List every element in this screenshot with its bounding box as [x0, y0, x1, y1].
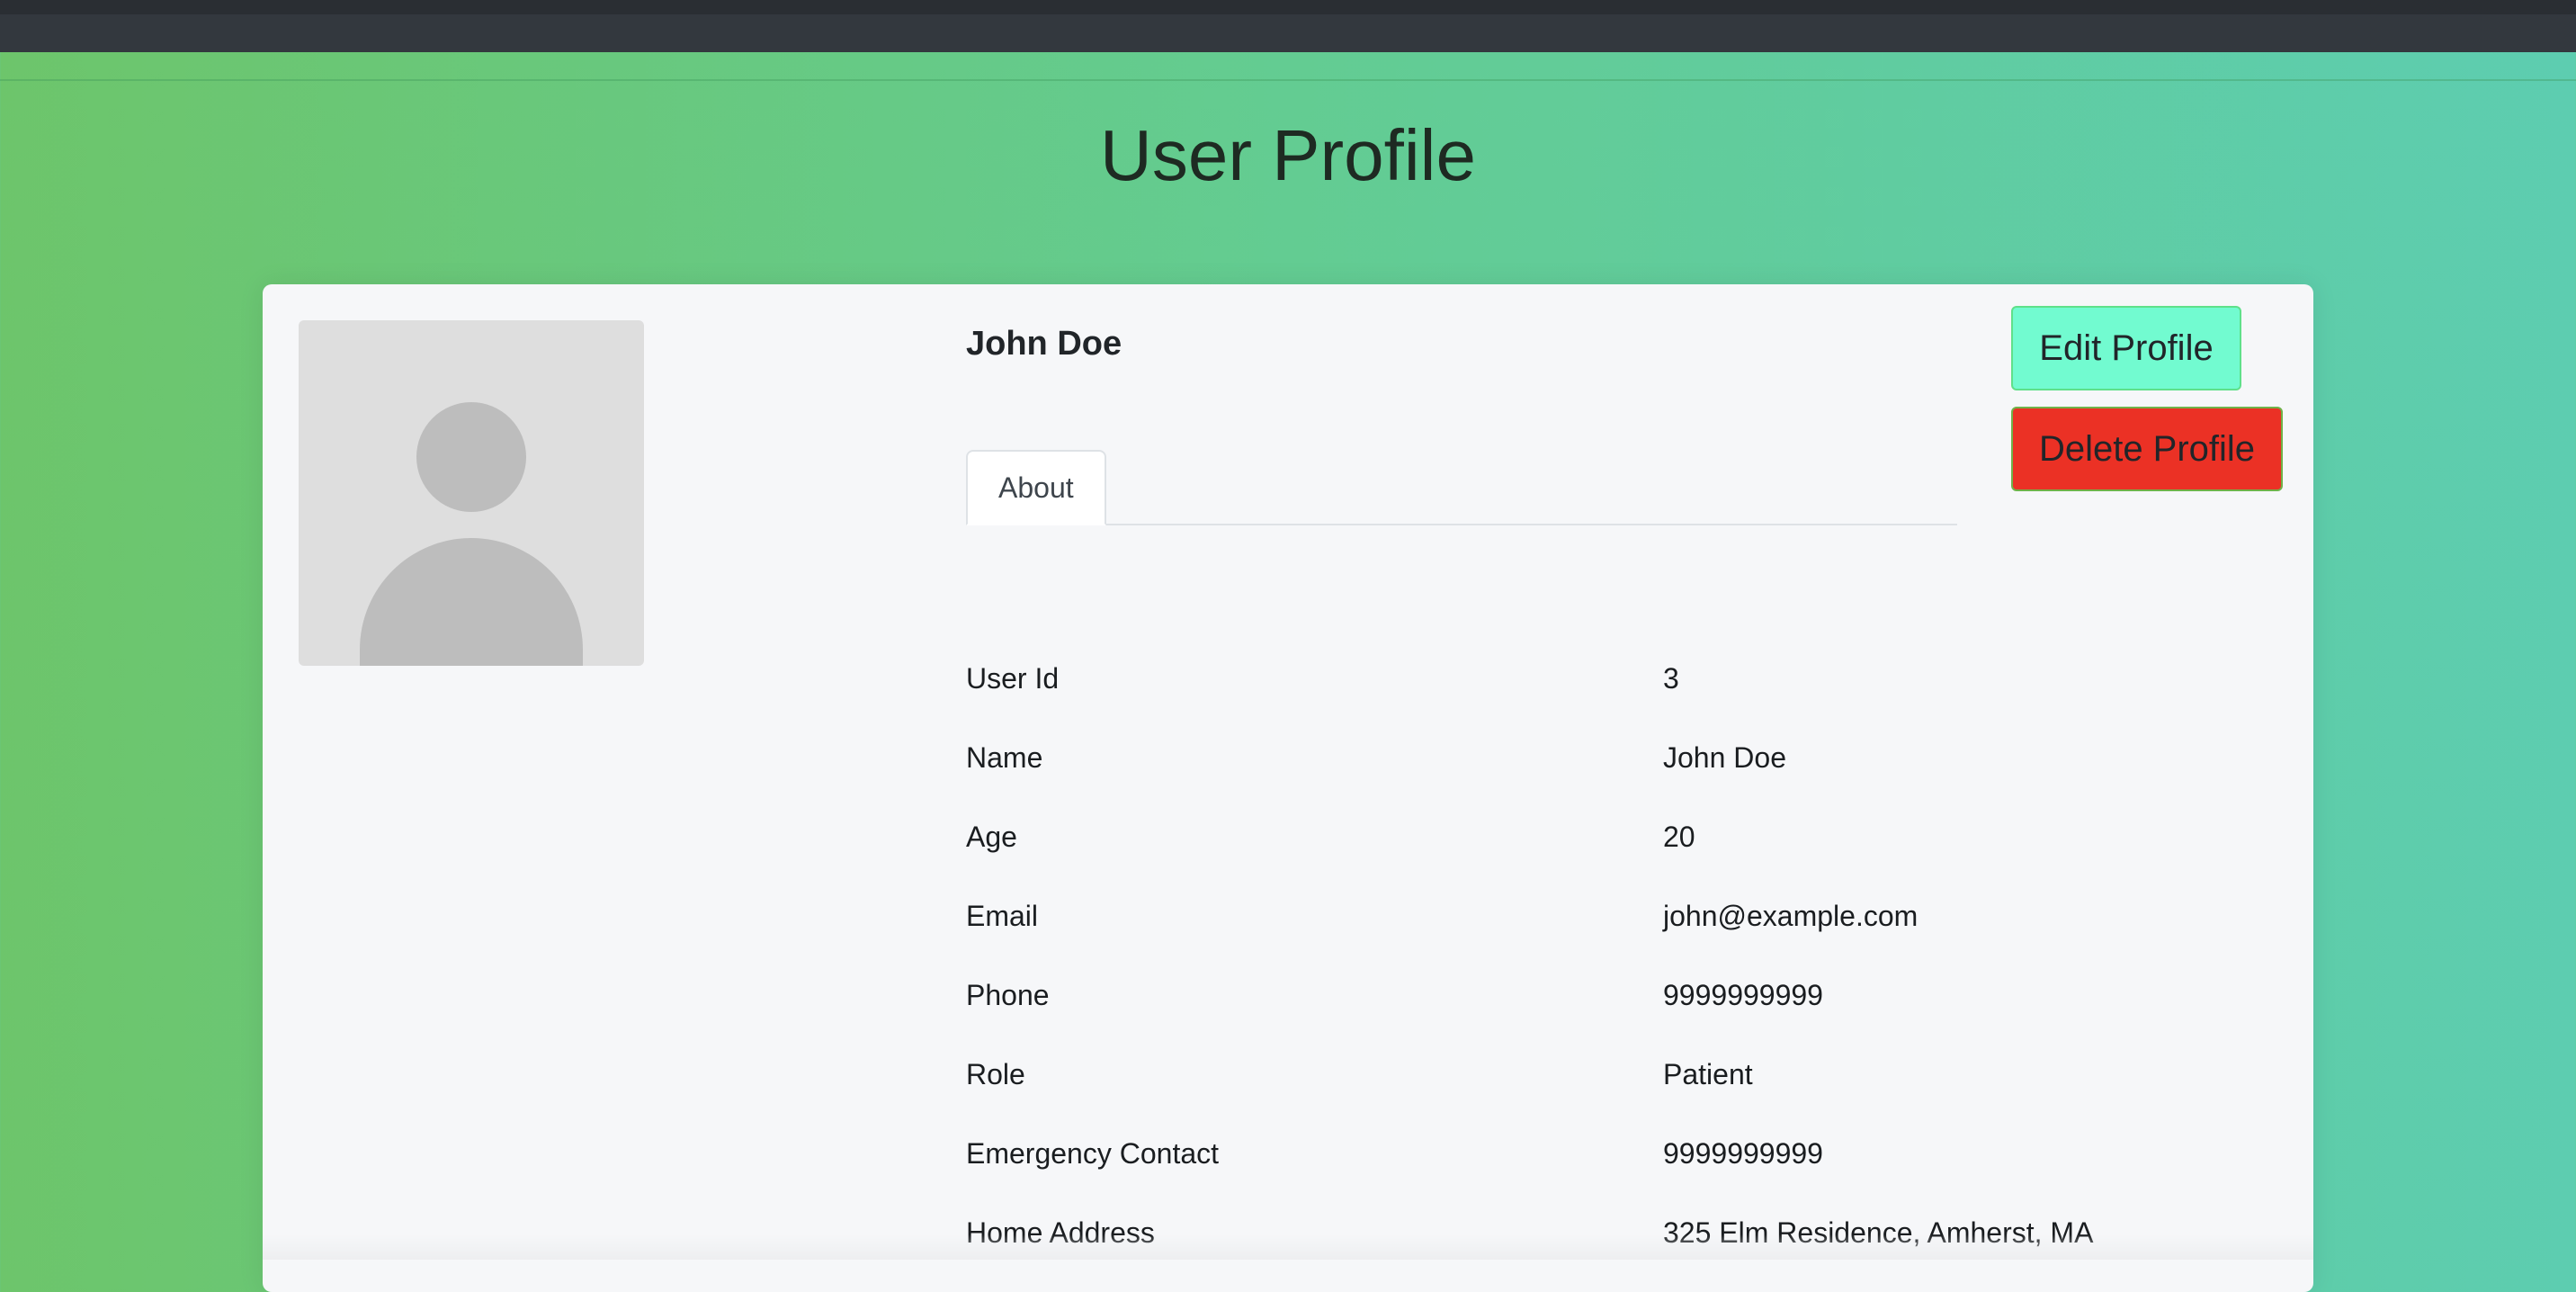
- detail-value: John Doe: [1663, 741, 1786, 774]
- profile-name: John Doe: [966, 325, 1123, 363]
- detail-row-age: Age 20: [966, 803, 2279, 882]
- profile-details: User Id 3 Name John Doe Age 20 Email joh…: [966, 644, 2279, 1278]
- detail-row-email: Email john@example.com: [966, 882, 2279, 961]
- profile-card: John Doe About Edit Profile Delete Profi…: [263, 284, 2313, 1292]
- detail-label: Age: [966, 821, 1017, 853]
- detail-row-emergency-contact: Emergency Contact 9999999999: [966, 1119, 2279, 1198]
- edit-profile-button[interactable]: Edit Profile: [2011, 306, 2241, 390]
- detail-value: 9999999999: [1663, 979, 1823, 1011]
- detail-row-phone: Phone 9999999999: [966, 961, 2279, 1040]
- detail-value: 20: [1663, 821, 1695, 853]
- detail-row-user-id: User Id 3: [966, 644, 2279, 723]
- navbar-divider: [0, 79, 2576, 81]
- detail-value: 3: [1663, 662, 1679, 695]
- scroll-fade: [263, 1234, 2313, 1260]
- detail-label: Name: [966, 741, 1043, 774]
- tab-about[interactable]: About: [966, 450, 1106, 525]
- detail-label: Role: [966, 1058, 1025, 1090]
- detail-label: User Id: [966, 662, 1060, 695]
- top-navbar: [0, 0, 2576, 52]
- detail-row-role: Role Patient: [966, 1040, 2279, 1119]
- detail-row-name: Name John Doe: [966, 723, 2279, 803]
- user-placeholder-icon: [299, 320, 644, 666]
- page-title: User Profile: [1100, 115, 1476, 195]
- detail-value: Patient: [1663, 1058, 1753, 1090]
- avatar-body: [360, 538, 583, 666]
- detail-value: john@example.com: [1663, 900, 1919, 932]
- detail-label: Email: [966, 900, 1039, 932]
- avatar-head: [416, 402, 526, 512]
- detail-label: Phone: [966, 979, 1050, 1011]
- delete-profile-button[interactable]: Delete Profile: [2011, 407, 2283, 491]
- detail-value: 9999999999: [1663, 1137, 1823, 1170]
- profile-tabs: About: [966, 450, 1957, 525]
- detail-label: Emergency Contact: [966, 1137, 1220, 1170]
